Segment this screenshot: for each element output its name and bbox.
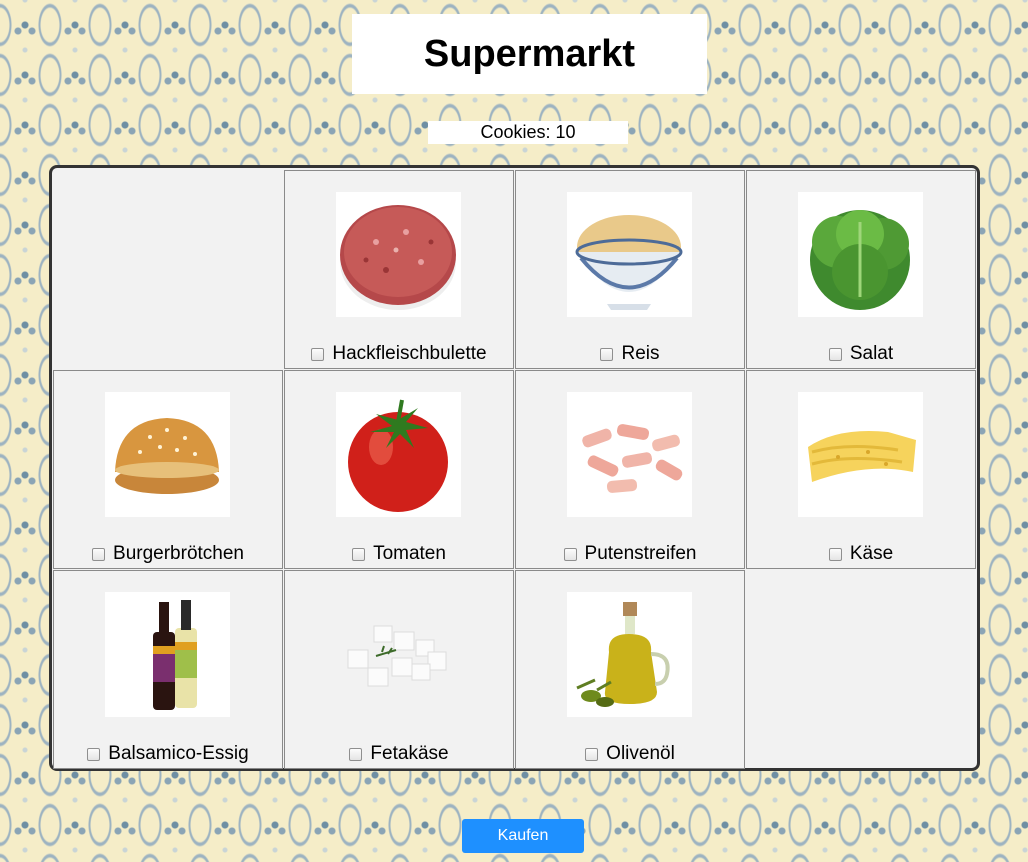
checkbox-balsamico-essig[interactable] — [87, 747, 101, 761]
product-label: Salat — [849, 343, 894, 364]
product-card-fetakaese: Fetakäse — [284, 570, 514, 769]
product-label: Balsamico-Essig — [108, 743, 249, 764]
checkbox-putenstreifen[interactable] — [563, 547, 577, 561]
product-label: Putenstreifen — [584, 543, 697, 564]
product-card-burgerbroetchen: Burgerbrötchen — [53, 370, 283, 569]
product-card-putenstreifen: Putenstreifen — [515, 370, 745, 569]
product-label: Olivenöl — [606, 743, 675, 764]
product-label: Reis — [621, 343, 660, 364]
product-card-salat: Salat — [746, 170, 976, 369]
page-title: Supermarkt — [423, 32, 636, 75]
title-box: Supermarkt — [352, 14, 707, 94]
feta-icon — [336, 592, 461, 717]
patty-icon — [336, 192, 461, 317]
turkey-strips-icon — [567, 392, 692, 517]
product-label: Käse — [849, 543, 894, 564]
checkbox-reis[interactable] — [600, 347, 614, 361]
checkbox-tomaten[interactable] — [352, 547, 366, 561]
checkbox-salat[interactable] — [828, 347, 842, 361]
vinegar-bottles-icon — [105, 592, 230, 717]
product-grid: Hackfleischbulette Reis Salat Burgerbröt… — [49, 165, 980, 771]
buy-button[interactable]: Kaufen — [462, 819, 584, 853]
product-card-tomaten: Tomaten — [284, 370, 514, 569]
checkbox-kaese[interactable] — [828, 547, 842, 561]
product-card-hackfleischbulette: Hackfleischbulette — [284, 170, 514, 369]
rice-bowl-icon — [567, 192, 692, 317]
product-label: Burgerbrötchen — [113, 543, 244, 564]
product-label: Hackfleischbulette — [332, 343, 487, 364]
checkbox-fetakaese[interactable] — [349, 747, 363, 761]
checkbox-olivenoel[interactable] — [585, 747, 599, 761]
lettuce-icon — [798, 192, 923, 317]
checkbox-hackfleischbulette[interactable] — [311, 347, 325, 361]
cookie-counter: Cookies: 10 — [428, 121, 628, 144]
product-label: Tomaten — [373, 543, 446, 564]
checkbox-burgerbroetchen[interactable] — [92, 547, 106, 561]
product-card-olivenoel: Olivenöl — [515, 570, 745, 769]
tomato-icon — [336, 392, 461, 517]
olive-oil-icon — [567, 592, 692, 717]
product-card-balsamico-essig: Balsamico-Essig — [53, 570, 283, 769]
burger-bun-icon — [105, 392, 230, 517]
cheese-icon — [798, 392, 923, 517]
product-card-reis: Reis — [515, 170, 745, 369]
product-label: Fetakäse — [370, 743, 449, 764]
product-card-kaese: Käse — [746, 370, 976, 569]
